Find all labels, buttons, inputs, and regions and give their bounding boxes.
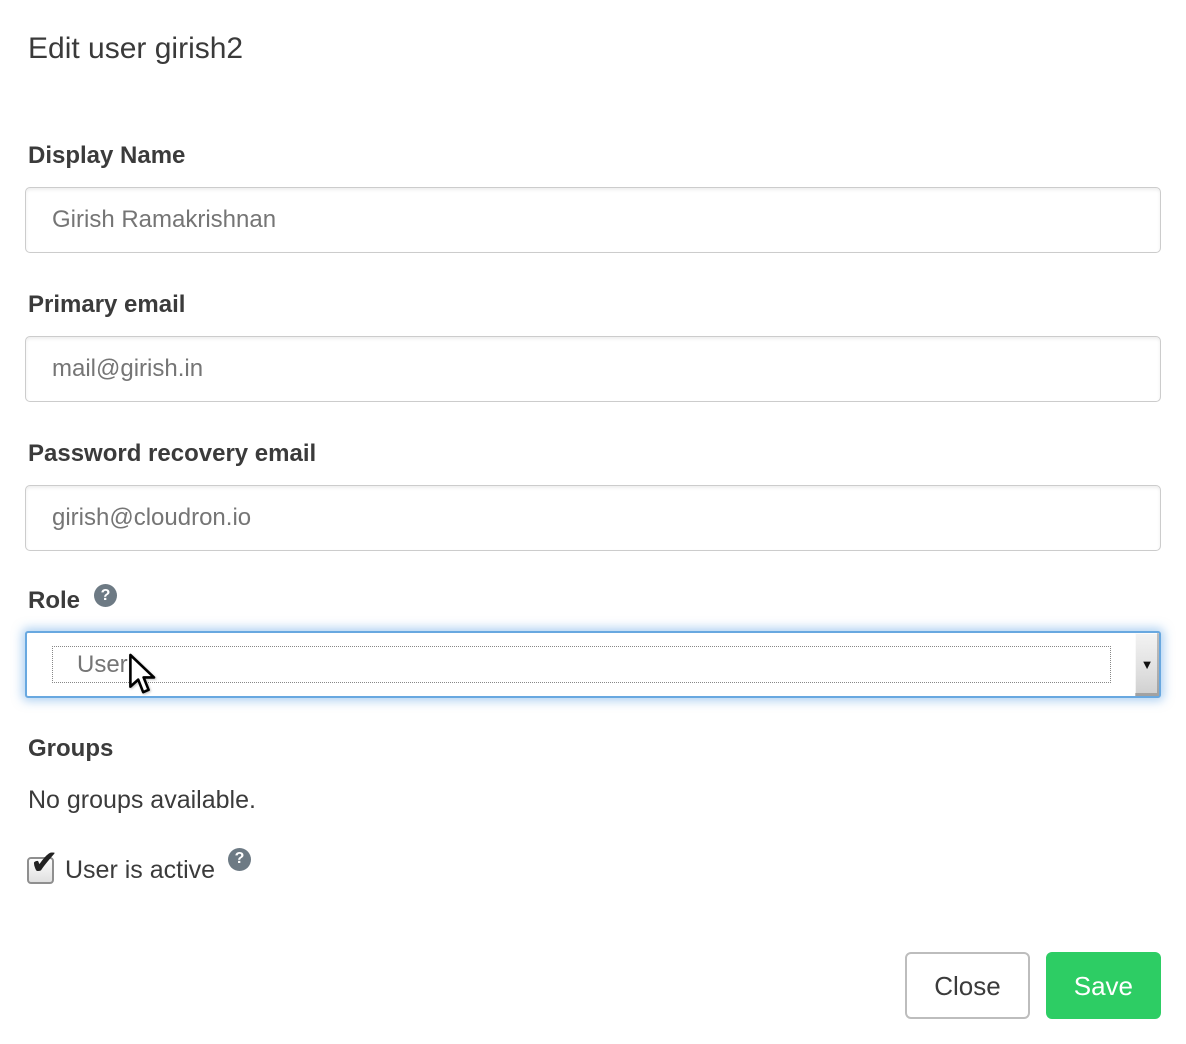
dialog-title: Edit user girish2 bbox=[25, 30, 1161, 68]
user-active-checkbox[interactable]: ✔ bbox=[27, 857, 54, 884]
role-select[interactable]: User ▼ bbox=[25, 631, 1161, 698]
role-selected-value: User bbox=[53, 651, 128, 679]
checkmark-icon: ✔ bbox=[30, 846, 59, 880]
role-select-focus-outline: User bbox=[52, 646, 1111, 683]
groups-empty-text: No groups available. bbox=[25, 786, 1161, 814]
dialog-footer: Close Save bbox=[25, 952, 1161, 1019]
display-name-input[interactable] bbox=[25, 187, 1161, 253]
recovery-email-label: Password recovery email bbox=[25, 439, 1161, 469]
close-button[interactable]: Close bbox=[905, 952, 1029, 1019]
edit-user-dialog: Edit user girish2 Display Name Primary e… bbox=[0, 0, 1186, 1044]
role-help-icon[interactable]: ? bbox=[94, 584, 117, 607]
primary-email-input[interactable] bbox=[25, 336, 1161, 402]
groups-label: Groups bbox=[25, 734, 1161, 764]
user-active-help-icon[interactable]: ? bbox=[228, 848, 251, 871]
role-select-arrow-button[interactable]: ▼ bbox=[1135, 633, 1159, 696]
user-active-row: ✔ User is active ? bbox=[27, 852, 1161, 888]
user-active-label[interactable]: User is active bbox=[65, 856, 215, 885]
recovery-email-input[interactable] bbox=[25, 485, 1161, 551]
role-label-row: Role ? bbox=[25, 586, 1161, 616]
primary-email-label: Primary email bbox=[25, 290, 1161, 320]
chevron-down-icon: ▼ bbox=[1141, 658, 1154, 671]
save-button[interactable]: Save bbox=[1046, 952, 1161, 1019]
display-name-label: Display Name bbox=[25, 141, 1161, 171]
role-label: Role bbox=[28, 586, 80, 616]
